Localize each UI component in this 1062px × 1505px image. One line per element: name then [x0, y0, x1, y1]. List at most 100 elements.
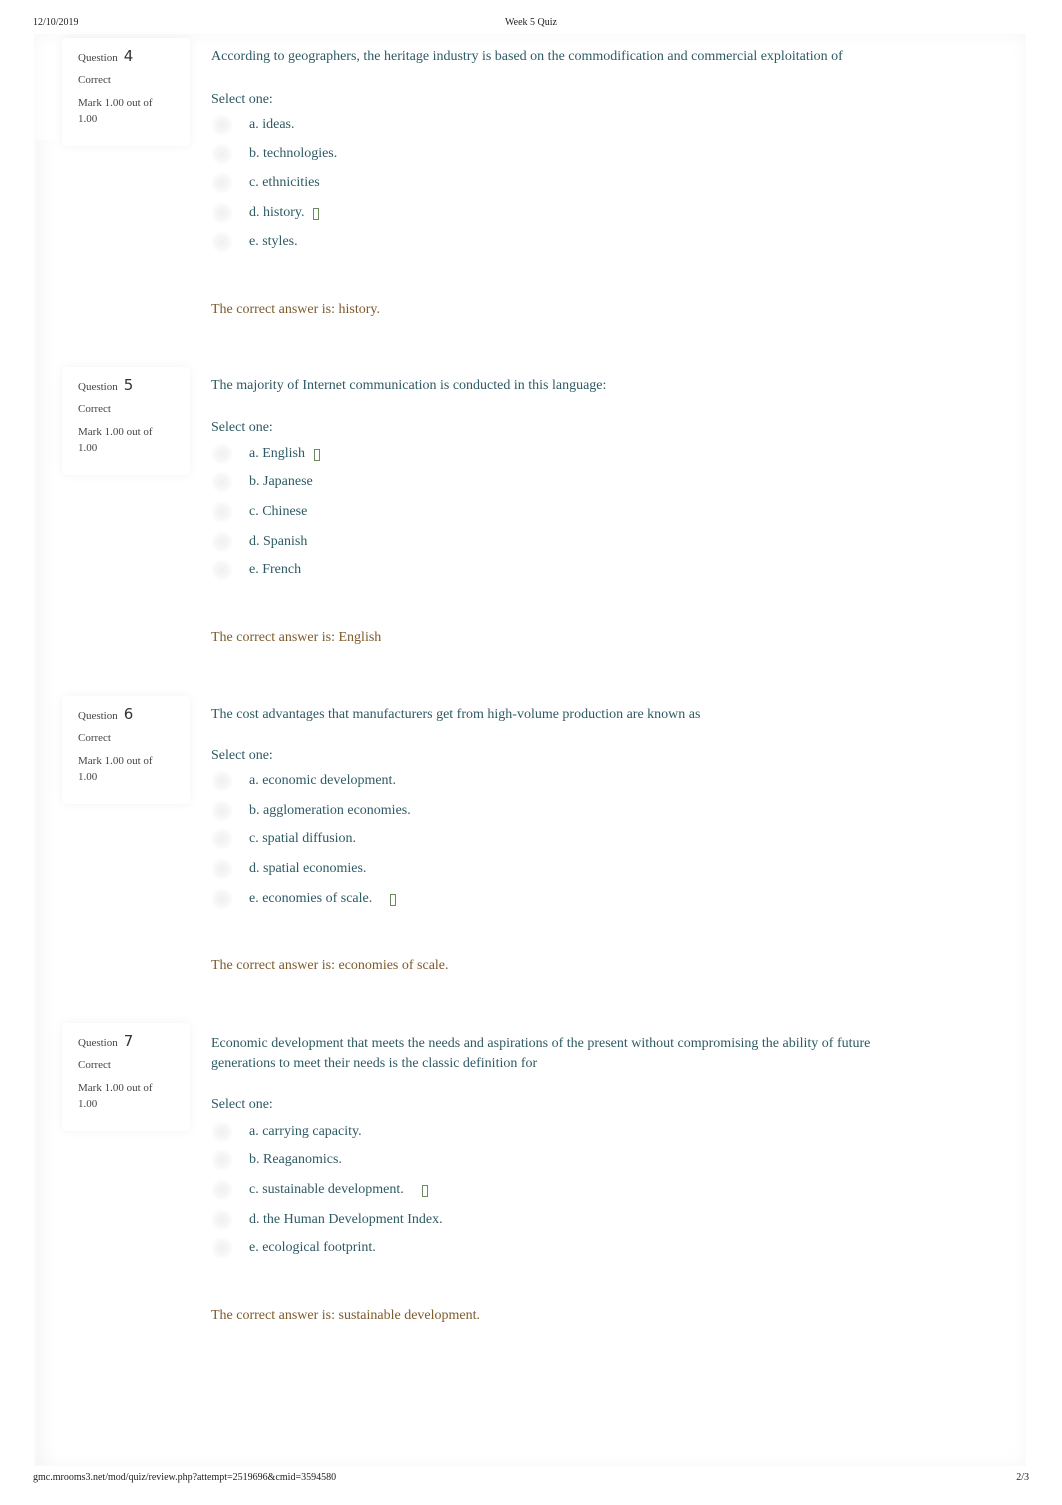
question-grade: Mark 1.00 out of 1.00 — [78, 97, 153, 125]
answer-option[interactable]: c. Chinese — [211, 501, 307, 523]
radio-button[interactable] — [211, 770, 233, 792]
answer-option[interactable]: d. the Human Development Index. — [211, 1209, 443, 1231]
question-number: 5 — [123, 376, 134, 394]
question-content: Economic development that meets the need… — [211, 1034, 901, 1323]
question-info: Question 4 Correct Mark 1.00 out of 1.00 — [62, 38, 190, 146]
option-label: a. carrying capacity. — [249, 1124, 362, 1139]
option-label: c. spatial diffusion. — [249, 831, 357, 846]
question-state: Correct — [78, 74, 111, 86]
radio-button-selected[interactable] — [211, 1179, 233, 1201]
print-footer: gmc.mrooms3.net/mod/quiz/review.php?atte… — [0, 1472, 1062, 1486]
answer-option-correct[interactable]: e. economies of scale. — [211, 888, 397, 910]
question-text: According to geographers, the heritage i… — [211, 49, 843, 64]
radio-button[interactable] — [211, 231, 233, 253]
select-one-prompt: Select one: — [211, 1097, 273, 1112]
radio-button[interactable] — [211, 858, 233, 880]
answer-option[interactable]: b. Reaganomics. — [211, 1149, 342, 1171]
answer-option[interactable]: b. agglomeration economies. — [211, 800, 411, 822]
option-label: e. styles. — [249, 234, 298, 249]
option-label: e. economies of scale. — [249, 891, 373, 906]
question-label: Question — [78, 710, 118, 722]
page-number: 2/3 — [1016, 1472, 1029, 1483]
question-info: Question 5 Correct Mark 1.00 out of 1.00 — [62, 367, 190, 475]
answer-option[interactable]: d. Spanish — [211, 531, 307, 553]
option-label: e. French — [249, 562, 302, 577]
radio-button[interactable] — [211, 114, 233, 136]
radio-button[interactable] — [211, 1149, 233, 1171]
question-state: Correct — [78, 1059, 111, 1071]
answer-option[interactable]: d. spatial economies. — [211, 858, 366, 880]
question-content: According to geographers, the heritage i… — [211, 47, 901, 317]
question-info: Question 6 Correct Mark 1.00 out of 1.00 — [62, 696, 190, 804]
select-one-prompt: Select one: — [211, 748, 273, 763]
radio-button[interactable] — [211, 143, 233, 165]
question-label: Question — [78, 1037, 118, 1049]
question-text: Economic development that meets the need… — [211, 1036, 871, 1071]
answer-option[interactable]: a. economic development. — [211, 770, 396, 792]
correct-answer-feedback: The correct answer is: economies of scal… — [211, 958, 449, 973]
select-one-prompt: Select one: — [211, 92, 273, 107]
option-label: d. Spanish — [249, 534, 308, 549]
correct-answer-feedback: The correct answer is: sustainable devel… — [211, 1308, 481, 1323]
question-content: The majority of Internet communication i… — [211, 376, 901, 645]
radio-button[interactable] — [211, 800, 233, 822]
radio-button[interactable] — [211, 1121, 233, 1143]
document-title: Week 5 Quiz — [505, 17, 557, 28]
question-text: The cost advantages that manufacturers g… — [211, 707, 701, 722]
answer-option[interactable]: e. styles. — [211, 231, 298, 253]
answer-option[interactable]: a. carrying capacity. — [211, 1121, 362, 1143]
option-label: d. spatial economies. — [249, 861, 367, 876]
radio-button-selected[interactable] — [211, 888, 233, 910]
radio-button[interactable] — [211, 172, 233, 194]
option-label: d. history. — [249, 205, 305, 220]
question-number: 6 — [123, 705, 134, 723]
left-rail — [36, 140, 58, 1465]
radio-button[interactable] — [211, 559, 233, 581]
question-state: Correct — [78, 732, 111, 744]
answer-option[interactable]: a. ideas. — [211, 114, 294, 136]
answer-option[interactable]: e. ecological footprint. — [211, 1237, 376, 1259]
page-url: gmc.mrooms3.net/mod/quiz/review.php?atte… — [33, 1472, 337, 1483]
option-label: b. technologies. — [249, 146, 338, 161]
answer-option-correct[interactable]: c. sustainable development. — [211, 1179, 428, 1201]
radio-button[interactable] — [211, 828, 233, 850]
option-label: a. economic development. — [249, 773, 396, 788]
radio-button-selected[interactable] — [211, 443, 233, 465]
question-grade: Mark 1.00 out of 1.00 — [78, 1082, 153, 1110]
radio-button[interactable] — [211, 531, 233, 553]
option-label: c. ethnicities — [249, 175, 320, 190]
option-label: c. Chinese — [249, 504, 308, 519]
answer-option[interactable]: e. French — [211, 559, 301, 581]
question-info: Question 7 Correct Mark 1.00 out of 1.00 — [62, 1023, 190, 1131]
answer-option[interactable]: c. spatial diffusion. — [211, 828, 356, 850]
correct-check-icon — [421, 1185, 428, 1197]
question-content: The cost advantages that manufacturers g… — [211, 705, 901, 973]
option-label: a. ideas. — [249, 117, 295, 132]
answer-option[interactable]: c. ethnicities — [211, 172, 320, 194]
answer-option[interactable]: b. technologies. — [211, 143, 337, 165]
radio-button[interactable] — [211, 471, 233, 493]
option-label: b. Japanese — [249, 474, 313, 489]
radio-button[interactable] — [211, 1209, 233, 1231]
question-text: The majority of Internet communication i… — [211, 378, 607, 393]
option-label: c. sustainable development. — [249, 1182, 404, 1197]
question-label: Question — [78, 52, 118, 64]
answer-option-correct[interactable]: d. history. — [211, 202, 320, 224]
option-label: e. ecological footprint. — [249, 1240, 376, 1255]
answer-option-correct[interactable]: a. English — [211, 443, 320, 465]
question-grade: Mark 1.00 out of 1.00 — [78, 426, 153, 454]
answer-option[interactable]: b. Japanese — [211, 471, 313, 493]
option-label: b. Reaganomics. — [249, 1152, 342, 1167]
question-number: 4 — [123, 47, 134, 65]
correct-check-icon — [390, 894, 397, 906]
correct-check-icon — [313, 208, 320, 220]
option-label: d. the Human Development Index. — [249, 1212, 443, 1227]
radio-button[interactable] — [211, 501, 233, 523]
select-one-prompt: Select one: — [211, 420, 273, 435]
question-number: 7 — [123, 1032, 134, 1050]
radio-button-selected[interactable] — [211, 202, 233, 224]
radio-button[interactable] — [211, 1237, 233, 1259]
correct-answer-feedback: The correct answer is: history. — [211, 302, 380, 317]
correct-answer-feedback: The correct answer is: English — [211, 630, 382, 645]
option-label: b. agglomeration economies. — [249, 803, 411, 818]
